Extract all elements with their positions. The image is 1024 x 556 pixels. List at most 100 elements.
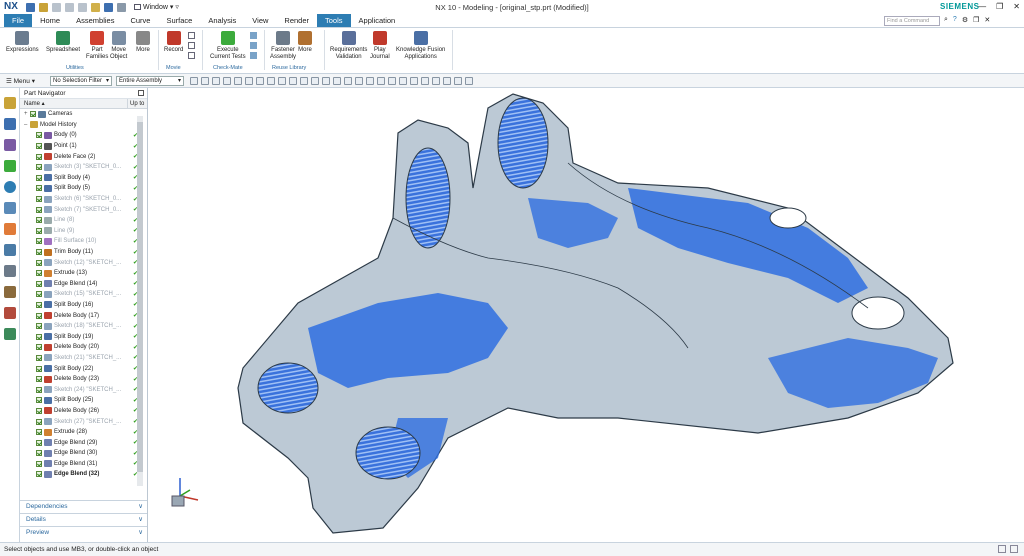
snap-point-icon[interactable] [234,76,242,85]
tab-curve[interactable]: Curve [122,14,158,27]
pan-icon[interactable] [421,76,429,85]
settings-icon[interactable]: ⚙ [962,16,968,24]
column-header-up-to-date[interactable]: Up to [128,99,144,108]
view-orient-icon[interactable] [366,76,374,85]
layer-icon[interactable] [443,76,451,85]
tree-row[interactable]: – Model History [20,120,147,131]
check-icon[interactable] [250,42,257,49]
expressions-button[interactable]: Expressions [6,31,39,54]
visibility-checkbox[interactable] [36,227,42,234]
visibility-checkbox[interactable] [30,111,36,118]
window-menu[interactable]: Window ▾ ▿ [134,3,179,11]
tab-tools[interactable]: Tools [317,14,351,27]
maximize-icon[interactable] [138,90,144,96]
fit-icon[interactable] [388,76,396,85]
touch-mode-icon[interactable] [117,2,126,12]
check-icon[interactable] [250,32,257,39]
stop-icon[interactable] [188,42,195,49]
visibility-checkbox[interactable] [36,323,42,330]
tree-row[interactable]: Split Body (19) ✔ [20,331,147,342]
settings-icon[interactable] [188,52,195,59]
play-journal-button[interactable]: Play Journal [370,31,390,61]
palette-icon[interactable] [4,328,16,340]
panel-details[interactable]: Details ∨ [20,513,147,525]
visibility-checkbox[interactable] [36,429,42,436]
execute-current-tests-button[interactable]: Execute Current Tests [210,31,246,61]
assembly-navigator-icon[interactable] [4,118,16,130]
tree-row[interactable]: Delete Body (26) ✔ [20,406,147,417]
tab-view[interactable]: View [244,14,276,27]
section-icon[interactable] [465,76,473,85]
tree-row[interactable]: Sketch (6) "SKETCH_0... ✔ [20,194,147,205]
scrollbar-thumb[interactable] [137,122,143,472]
tree-row[interactable]: Sketch (7) "SKETCH_0... ✔ [20,204,147,215]
tree-row[interactable]: Edge Blend (31) ✔ [20,459,147,470]
tree-row[interactable]: Edge Blend (14) ✔ [20,279,147,290]
paste-icon[interactable] [91,2,100,12]
render-style-icon[interactable] [377,76,385,85]
reuse-library-icon[interactable] [4,160,16,172]
rotate-icon[interactable] [410,76,418,85]
check-icon[interactable] [250,52,257,59]
visibility-checkbox[interactable] [36,301,42,308]
tree-row[interactable]: Trim Body (11) ✔ [20,247,147,258]
roles-icon[interactable] [4,244,16,256]
tree-row[interactable]: Sketch (18) "SKETCH_... ✔ [20,321,147,332]
tree-row[interactable]: Line (8) ✔ [20,215,147,226]
knowledge-fusion-applications-button[interactable]: Knowledge Fusion Applications [396,31,445,61]
process-studio-icon[interactable] [4,223,16,235]
undo-icon[interactable] [39,2,48,12]
tree-row[interactable]: Extrude (28) ✔ [20,427,147,438]
restore-icon[interactable] [1010,545,1018,553]
tab-application[interactable]: Application [351,14,404,27]
constraint-navigator-icon[interactable] [4,139,16,151]
save-icon[interactable] [26,2,35,12]
select-all-icon[interactable] [212,76,220,85]
visibility-checkbox[interactable] [36,249,42,256]
tree-row[interactable]: Sketch (3) "SKETCH_0... ✔ [20,162,147,173]
quadrant-icon[interactable] [278,76,286,85]
more-utilities-button[interactable]: More [136,31,150,54]
web-browser-icon[interactable] [4,181,16,193]
visibility-checkbox[interactable] [36,471,42,478]
visibility-checkbox[interactable] [36,259,42,266]
visibility-checkbox[interactable] [36,196,42,203]
on-curve-icon[interactable] [333,76,341,85]
tab-render[interactable]: Render [276,14,317,27]
repeat-command-icon[interactable] [104,2,113,12]
requirements-validation-button[interactable]: Requirements Validation [330,31,367,61]
tree-row[interactable]: Delete Body (20) ✔ [20,342,147,353]
selection-filter-select[interactable]: No Selection Filter [50,75,112,86]
tab-surface[interactable]: Surface [158,14,200,27]
tree-row[interactable]: Split Body (25) ✔ [20,395,147,406]
system-materials-icon[interactable] [4,265,16,277]
part-navigator-icon[interactable] [4,97,16,109]
tree-row[interactable]: Split Body (5) ✔ [20,183,147,194]
tree-row[interactable]: Edge Blend (30) ✔ [20,448,147,459]
find-command-input[interactable]: Find a Command [884,16,940,26]
tree-row[interactable]: Edge Blend (32) ✔ [20,469,147,480]
center-icon[interactable] [267,76,275,85]
move-object-button[interactable]: Move Object [110,31,127,61]
pause-icon[interactable] [188,32,195,39]
tab-file[interactable]: File [4,14,33,27]
tree-row[interactable]: Sketch (24) "SKETCH_... ✔ [20,384,147,395]
tree-row[interactable]: Split Body (16) ✔ [20,300,147,311]
close-icon[interactable]: ✕ [1013,0,1020,14]
tab-home[interactable]: Home [32,14,68,27]
deselect-icon[interactable] [223,76,231,85]
wcs-icon[interactable] [432,76,440,85]
visibility-checkbox[interactable] [36,376,42,383]
shading-icon[interactable] [454,76,462,85]
redo-icon[interactable] [52,2,61,12]
bracket-model[interactable] [148,88,1024,542]
tree-row[interactable]: Delete Body (23) ✔ [20,374,147,385]
visibility-checkbox[interactable] [36,174,42,181]
visibility-checkbox[interactable] [36,450,42,457]
midpoint-icon[interactable] [256,76,264,85]
part-families-button[interactable]: Part Families [86,31,108,61]
tab-analysis[interactable]: Analysis [200,14,244,27]
visibility-checkbox[interactable] [36,439,42,446]
arc-center-icon[interactable] [344,76,352,85]
manufacturing-wizards-icon[interactable] [4,286,16,298]
